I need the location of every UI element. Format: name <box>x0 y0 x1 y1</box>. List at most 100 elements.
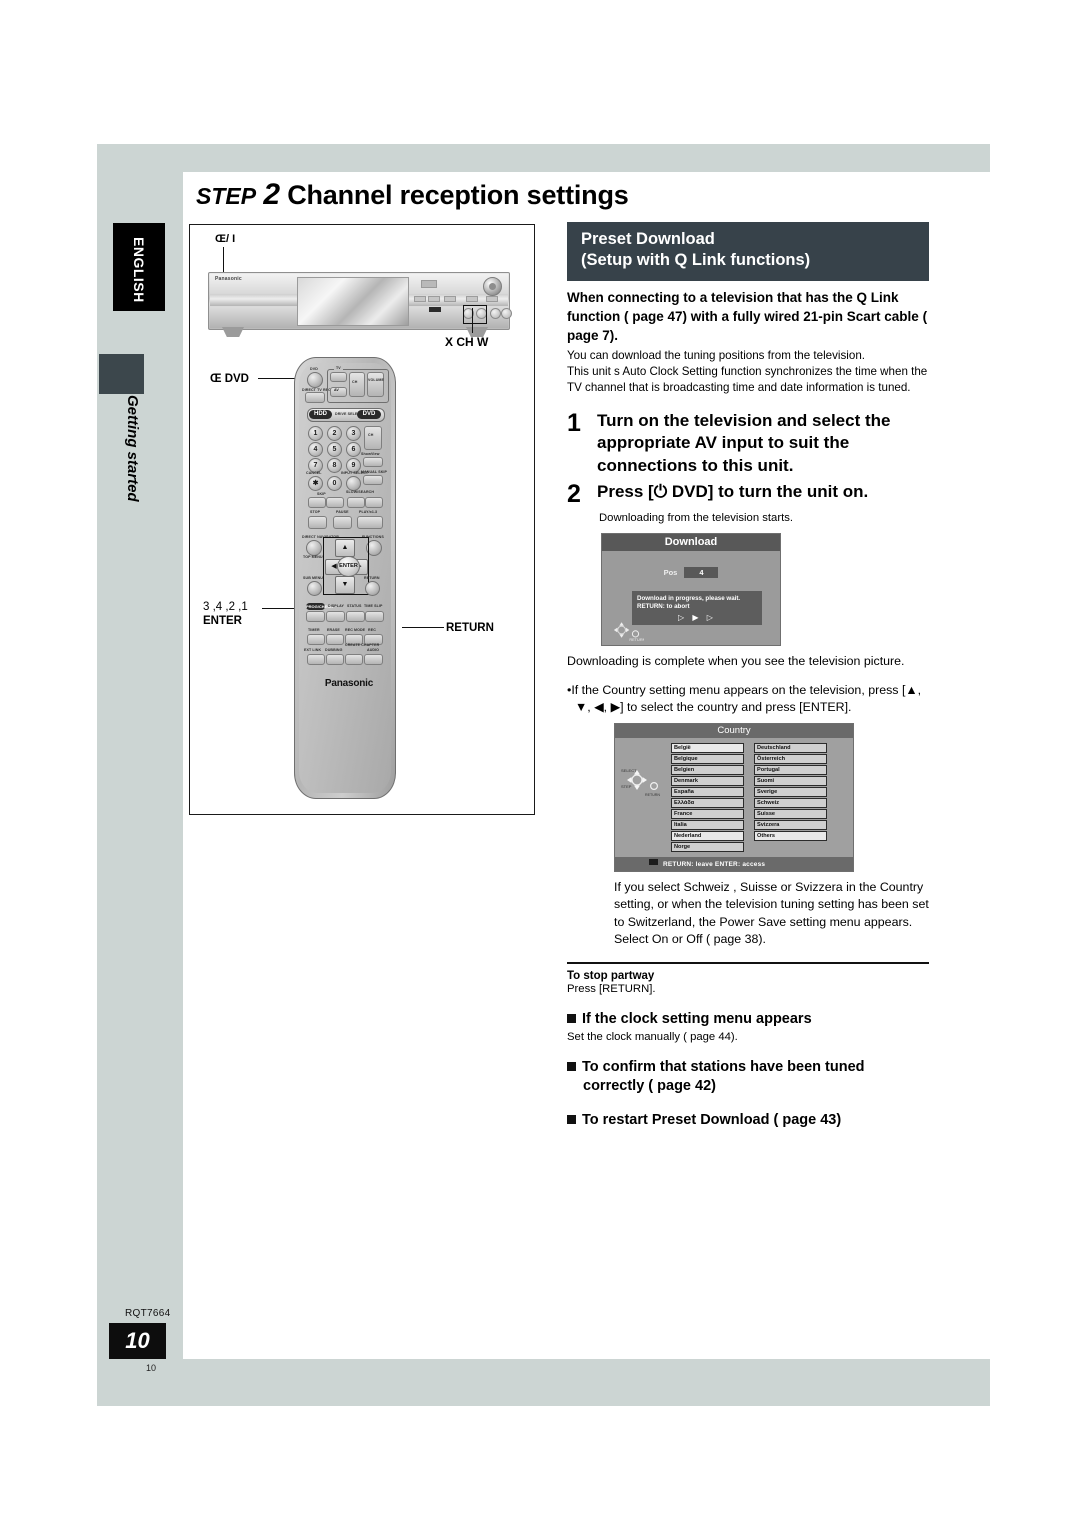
remote-direct-navigator-button[interactable] <box>306 540 322 556</box>
country-option[interactable]: France <box>671 808 744 819</box>
step-2-text: Press [⏻ DVD] to turn the unit on. <box>597 482 869 502</box>
remote-search-back-button[interactable] <box>347 497 365 508</box>
remote-status-label: STATUS <box>347 604 362 608</box>
remote-stop-button[interactable] <box>308 516 327 529</box>
country-option[interactable]: Suisse <box>754 808 827 819</box>
remote-display-button[interactable] <box>326 611 345 622</box>
remote-direct-tv-rec-button[interactable] <box>305 392 325 403</box>
remote-hdd-button[interactable]: HDD <box>309 409 332 419</box>
country-option[interactable]: Sverige <box>754 786 827 797</box>
remote-dvd-power-button[interactable] <box>307 372 323 388</box>
remote-down-button[interactable]: ▼ <box>335 576 355 594</box>
country-option[interactable]: Belgique <box>671 753 744 764</box>
restart-preset-heading-text: To restart Preset Download ( page 43) <box>582 1111 842 1128</box>
remote-cancel-button[interactable]: ✱ <box>308 476 323 491</box>
remote-brand-logo: Panasonic <box>324 678 374 689</box>
remote-num-4[interactable]: 4 <box>308 442 323 457</box>
remote-play-button[interactable] <box>357 516 383 529</box>
country-option[interactable]: Belgien <box>671 764 744 775</box>
osd-download-pos-label: Pos <box>663 567 678 577</box>
remote-cancel-label: CANCEL <box>306 471 322 475</box>
remote-return-leader <box>402 627 444 629</box>
confirm-tuned-heading: To confirm that stations have been tuned… <box>567 1058 929 1096</box>
remote-sub-menu-button[interactable] <box>307 581 322 596</box>
country-option[interactable]: Schweiz <box>754 797 827 808</box>
remote-return-button[interactable] <box>365 581 380 596</box>
country-option[interactable]: Italia <box>671 819 744 830</box>
qlink-body-1: You can download the tuning positions fr… <box>567 349 865 363</box>
remote-create-chapter-button[interactable] <box>345 654 363 665</box>
remote-enter-label: ENTER <box>203 615 242 627</box>
remote-skip-forward-button[interactable] <box>326 497 344 508</box>
remote-num-1[interactable]: 1 <box>308 426 323 441</box>
remote-manual-skip-button[interactable] <box>363 475 383 485</box>
remote-pause-button[interactable] <box>333 516 352 529</box>
osd-country-columns: België Belgique Belgien Denmark España Ελλάδα… <box>671 742 853 853</box>
remote-status-button[interactable] <box>346 611 365 622</box>
language-badge: ENGLISH <box>113 223 165 311</box>
remote-time-slip-button[interactable] <box>365 611 384 622</box>
remote-ch-button[interactable] <box>364 426 382 450</box>
osd-download-pos-value: 4 <box>684 566 719 578</box>
remote-num-5[interactable]: 5 <box>327 442 342 457</box>
restart-preset-heading: To restart Preset Download ( page 43) <box>567 1111 929 1130</box>
confirm-tuned-heading-text: To confirm that stations have been tuned… <box>582 1058 865 1094</box>
country-option[interactable]: Nederland <box>671 830 744 841</box>
deck-ch-highlight <box>463 305 487 324</box>
country-option[interactable]: España <box>671 786 744 797</box>
remote-num-3[interactable]: 3 <box>346 426 361 441</box>
remote-erase-button[interactable] <box>326 634 344 645</box>
country-option[interactable]: Deutschland <box>754 742 827 753</box>
page-number-footer: 10 <box>146 1363 157 1373</box>
remote-ext-link-button[interactable] <box>307 654 325 665</box>
illustration-panel: Œ/ I Panasonic X CH W Œ DVD 3 ,4 ,2 ,1 E… <box>189 224 535 815</box>
remote-volume-button[interactable] <box>367 372 384 397</box>
osd-download-return-text: RETURN <box>629 638 644 641</box>
remote-dvd-button[interactable]: DVD <box>357 409 381 419</box>
remote-showview-button[interactable] <box>363 457 383 467</box>
remote-input-select-button[interactable] <box>346 476 361 491</box>
osd-download-message: Download in progress, please wait. RETUR… <box>632 590 762 625</box>
remote-prog-check-button[interactable] <box>306 611 325 622</box>
remote-up-button[interactable]: ▲ <box>335 539 355 557</box>
remote-num-6[interactable]: 6 <box>346 442 361 457</box>
country-option[interactable]: Others <box>754 830 827 841</box>
remote-num-2[interactable]: 2 <box>327 426 342 441</box>
remote-num-8[interactable]: 8 <box>327 458 342 473</box>
remote-dubbing-label: DUBBING <box>325 648 343 652</box>
remote-search-forward-button[interactable] <box>365 497 383 508</box>
country-option[interactable]: Ελλάδα <box>671 797 744 808</box>
country-option[interactable]: Svizzera <box>754 819 827 830</box>
qlink-intro-bold: When connecting to a television that has… <box>567 289 928 344</box>
remote-ch-label: CH <box>368 433 374 437</box>
remote-power-label: Œ DVD <box>210 373 249 385</box>
remote-num-0[interactable]: 0 <box>327 476 342 491</box>
country-option[interactable]: Österreich <box>754 753 827 764</box>
step-number: 2 <box>263 178 280 211</box>
country-option[interactable]: Denmark <box>671 775 744 786</box>
country-option[interactable]: België <box>671 742 744 753</box>
qlink-body-2: This unit s Auto Clock Setting function … <box>567 365 928 394</box>
remote-enter-button[interactable]: ENTER <box>337 556 360 577</box>
remote-skip-label: SKIP <box>317 492 326 496</box>
remote-tv-power-button[interactable] <box>330 372 347 382</box>
country-option[interactable]: Portugal <box>754 764 827 775</box>
remote-tv-ch-button[interactable] <box>349 372 365 397</box>
remote-volume-label: VOLUME <box>368 378 384 382</box>
remote-stop-label: STOP <box>310 510 321 514</box>
step-1: 1 Turn on the television and select the … <box>567 410 929 478</box>
deck-ch-label: X CH W <box>445 335 489 349</box>
remote-dubbing-button[interactable] <box>326 654 344 665</box>
deck-badge <box>429 307 441 312</box>
country-option[interactable]: Suomi <box>754 775 827 786</box>
page-title-text: Channel reception settings <box>287 180 629 210</box>
remote-play-label: PLAY/x1.3 <box>359 510 378 514</box>
svg-text:RETURN: RETURN <box>645 793 660 797</box>
step-2-number: 2 <box>567 480 581 509</box>
remote-skip-back-button[interactable] <box>308 497 326 508</box>
step-2-subtext: Downloading from the television starts. <box>599 511 794 524</box>
country-option[interactable]: Norge <box>671 841 744 852</box>
remote-timer-button[interactable] <box>307 634 325 645</box>
document-code: RQT7664 <box>125 1308 171 1319</box>
remote-audio-button[interactable] <box>364 654 383 665</box>
